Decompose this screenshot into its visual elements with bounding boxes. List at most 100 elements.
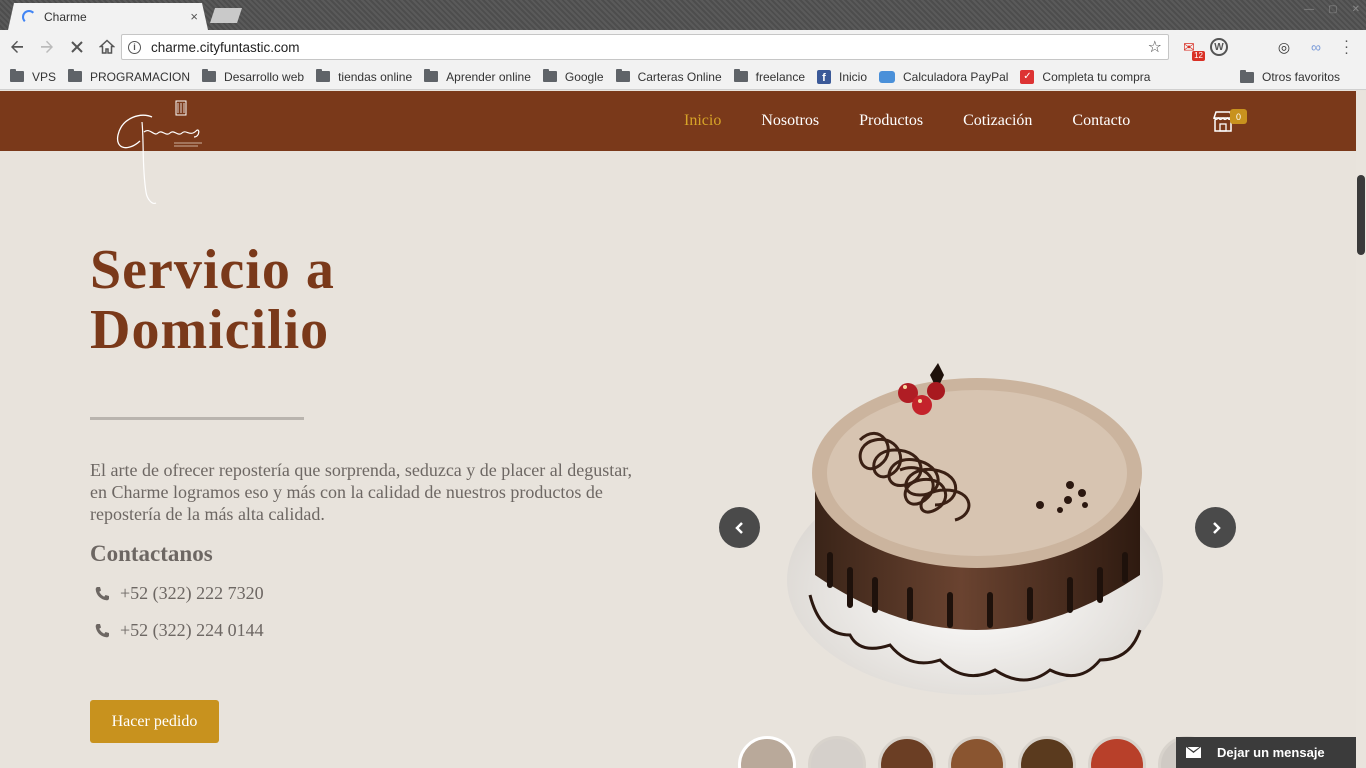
- tab-title: Charme: [44, 9, 87, 24]
- cart-count-badge: 0: [1230, 109, 1247, 124]
- chat-widget[interactable]: Dejar un mensaje: [1176, 737, 1356, 768]
- hero-divider: [90, 417, 304, 420]
- nav-link-inicio[interactable]: Inicio: [684, 112, 721, 130]
- folder-icon: [68, 69, 83, 82]
- bookmark-label: Google: [564, 69, 604, 84]
- carousel-thumbnail[interactable]: [878, 736, 936, 768]
- phone-row[interactable]: +52 (322) 222 7320: [94, 583, 264, 604]
- bookmark-label: Carteras Online: [637, 69, 722, 84]
- browser-menu-icon[interactable]: · · ·: [1344, 33, 1349, 60]
- bookmark-item[interactable]: Google: [542, 69, 604, 84]
- nav-link-contacto[interactable]: Contacto: [1072, 112, 1130, 130]
- carousel-thumbnail[interactable]: [1088, 736, 1146, 768]
- maximize-icon[interactable]: ▢: [1328, 4, 1337, 15]
- other-bookmarks-label: Otros favoritos: [1262, 70, 1341, 84]
- hero-title-line2: Domicilio: [90, 299, 330, 361]
- window-controls: — ▢ ✕: [1304, 4, 1360, 15]
- bookmark-star-icon[interactable]: ☆: [1148, 37, 1162, 57]
- chat-label: Dejar un mensaje: [1217, 745, 1325, 760]
- folder-icon: [202, 69, 217, 82]
- phone-icon: [95, 623, 109, 637]
- other-bookmarks[interactable]: Otros favoritos: [1240, 64, 1340, 90]
- folder-icon: [10, 69, 24, 82]
- bookmark-item[interactable]: tiendas online: [316, 69, 413, 84]
- site-header: Inicio Nosotros Productos Cotización Contact…: [0, 91, 1356, 204]
- browser-toolbar: i charme.cityfuntastic.com ☆ ✉ 12 W ◎ ∞ ·…: [0, 30, 1366, 64]
- phone-icon: [95, 586, 109, 600]
- chevron-right-icon: [1212, 521, 1221, 534]
- folder-icon: [733, 69, 748, 82]
- stop-loading-button[interactable]: [64, 34, 90, 60]
- bookmark-label: tiendas online: [338, 69, 413, 84]
- paypal-icon: [879, 70, 896, 83]
- wordpress-extension-icon[interactable]: W: [1210, 38, 1228, 56]
- phone-number[interactable]: +52 (322) 222 7320: [120, 583, 264, 604]
- main-nav: Inicio Nosotros Productos Cotización Contact…: [684, 91, 1130, 151]
- carousel-thumbnail[interactable]: [738, 736, 796, 768]
- bookmark-item[interactable]: Desarrollo web: [202, 69, 305, 84]
- bookmark-label: Calculadora PayPal: [903, 69, 1009, 84]
- cake-image: [787, 363, 1163, 695]
- bookmark-item[interactable]: Aprender online: [424, 69, 531, 84]
- bookmark-item[interactable]: VPS: [10, 69, 57, 84]
- bookmark-label: VPS: [32, 69, 57, 84]
- info-icon[interactable]: i: [128, 40, 141, 54]
- back-button[interactable]: [4, 34, 30, 60]
- carousel-thumbnail[interactable]: [808, 736, 866, 768]
- nav-link-cotizacion[interactable]: Cotización: [963, 112, 1032, 130]
- folder-icon: [1240, 69, 1254, 83]
- gmail-extension-icon[interactable]: ✉ 12: [1179, 37, 1205, 61]
- browser-tab[interactable]: Charme ×: [8, 3, 208, 30]
- phone-number[interactable]: +52 (322) 224 0144: [120, 620, 264, 641]
- bookmark-item[interactable]: f Inicio: [817, 69, 868, 84]
- facebook-icon: f: [817, 69, 831, 84]
- bookmark-label: Aprender online: [446, 69, 531, 84]
- close-window-icon[interactable]: ✕: [1352, 4, 1360, 15]
- folder-icon: [424, 69, 439, 82]
- bookmark-label: PROGRAMACION: [90, 69, 191, 84]
- new-tab-button[interactable]: [210, 8, 242, 23]
- bookmark-label: Inicio: [839, 69, 868, 84]
- bookmark-item[interactable]: Calculadora PayPal: [879, 70, 1008, 84]
- carousel-thumbnail[interactable]: [948, 736, 1006, 768]
- gmail-badge: 12: [1192, 51, 1205, 61]
- bookmark-item[interactable]: freelance: [733, 69, 805, 84]
- bookmark-item[interactable]: ✓ Completa tu compra: [1020, 69, 1151, 84]
- chevron-left-icon: [734, 521, 743, 534]
- forward-button[interactable]: [34, 34, 60, 60]
- carousel-thumbnail[interactable]: [1018, 736, 1076, 768]
- folder-icon: [615, 69, 630, 82]
- link-extension-icon[interactable]: ∞: [1306, 37, 1326, 57]
- page-scrollbar[interactable]: [1356, 91, 1366, 768]
- bookmarks-bar: VPS PROGRAMACION Desarrollo web tiendas onl…: [0, 64, 1366, 90]
- home-button[interactable]: [94, 34, 120, 60]
- bookmark-item[interactable]: Carteras Online: [615, 69, 722, 84]
- mail-icon: [1186, 747, 1201, 758]
- scrollbar-thumb[interactable]: [1357, 175, 1365, 255]
- bookmarks-overflow-icon[interactable]: »: [1217, 5, 1224, 20]
- folder-icon: [316, 69, 331, 82]
- bookmark-label: Desarrollo web: [224, 69, 305, 84]
- contact-heading: Contactanos: [90, 541, 213, 566]
- carousel-thumbnails: [738, 736, 1216, 768]
- minimize-icon[interactable]: —: [1304, 4, 1314, 15]
- folder-icon: [542, 69, 557, 82]
- bookmark-label: freelance: [755, 69, 805, 84]
- nav-link-nosotros[interactable]: Nosotros: [761, 112, 819, 130]
- charme-logo[interactable]: [112, 97, 208, 205]
- hero-description: El arte de ofrecer repostería que sorpre…: [90, 460, 632, 524]
- loading-spinner-icon: [22, 9, 36, 24]
- order-button[interactable]: Hacer pedido: [90, 700, 219, 743]
- carousel-next-button[interactable]: [1195, 507, 1236, 548]
- bookmark-label: Completa tu compra: [1042, 69, 1151, 84]
- bookmark-item[interactable]: PROGRAMACION: [68, 69, 191, 84]
- url-text[interactable]: charme.cityfuntastic.com: [151, 40, 1148, 55]
- extension-icon[interactable]: ◎: [1274, 37, 1294, 57]
- carousel-prev-button[interactable]: [719, 507, 760, 548]
- todo-icon: ✓: [1020, 69, 1035, 84]
- nav-link-productos[interactable]: Productos: [859, 112, 923, 130]
- phone-row[interactable]: +52 (322) 224 0144: [94, 620, 264, 641]
- tab-strip: Charme × — ▢ ✕: [0, 0, 1366, 30]
- tab-close-icon[interactable]: ×: [190, 9, 198, 24]
- address-bar[interactable]: i charme.cityfuntastic.com ☆: [121, 34, 1169, 60]
